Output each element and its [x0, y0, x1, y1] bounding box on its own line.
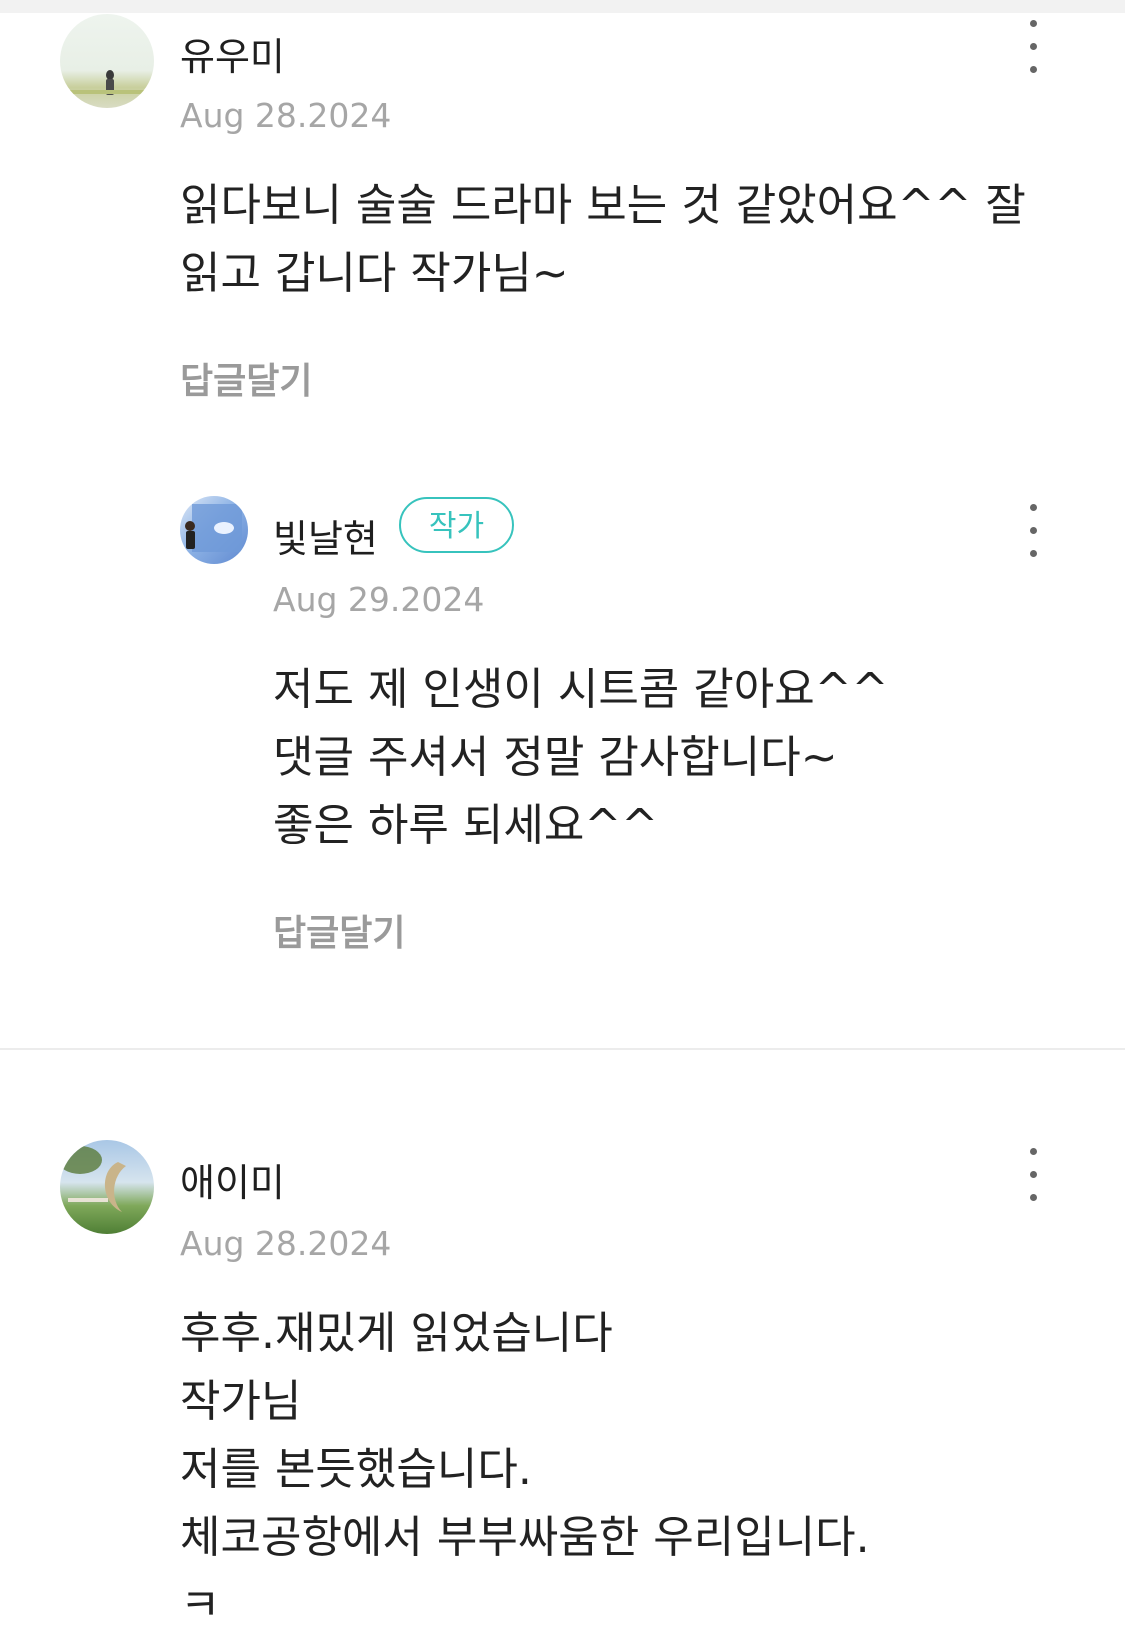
comment-date: Aug 28.2024: [180, 1224, 392, 1263]
more-vertical-icon[interactable]: [1027, 1146, 1039, 1206]
top-edge-bar: [0, 0, 1125, 13]
comment-author[interactable]: 애이미: [180, 1152, 285, 1207]
avatar-photo-figure: [70, 70, 144, 95]
reply-button[interactable]: 답글달기: [273, 904, 405, 956]
avatar[interactable]: [60, 14, 154, 108]
author-badge: 작가: [399, 497, 514, 553]
more-vertical-icon[interactable]: [1027, 502, 1039, 562]
comment-text-line: ㅋ: [180, 1580, 221, 1631]
reply-button[interactable]: 답글달기: [180, 352, 312, 404]
comment-text-line: 작가님: [180, 1376, 302, 1427]
comment-author[interactable]: 유우미: [180, 26, 285, 81]
comment-text-line: 후후.재밌게 읽었습니다: [180, 1308, 613, 1359]
reply-text: 저도 제 인생이 시트콤 같아요^^ 댓글 주셔서 정말 감사합니다~ 좋은 하…: [273, 656, 888, 860]
avatar-photo-figure: [60, 1146, 126, 1212]
comment-text-line: 체코공항에서 부부싸움한 우리입니다.: [180, 1512, 870, 1563]
reply-text-line: 좋은 하루 되세요^^: [273, 800, 659, 851]
reply-text-line: 댓글 주셔서 정말 감사합니다~: [273, 732, 838, 783]
avatar[interactable]: [60, 1140, 154, 1234]
comment-text: 읽다보니 술술 드라마 보는 것 같았어요^^ 잘 읽고 갑니다 작가님~: [180, 172, 1026, 308]
comment-text-line: 읽다보니 술술 드라마 보는 것 같았어요^^ 잘: [180, 180, 1026, 231]
reply-author[interactable]: 빛날현: [273, 508, 378, 563]
reply-date: Aug 29.2024: [273, 580, 485, 619]
comment-text-line: 저를 본듯했습니다.: [180, 1444, 532, 1495]
comment-text: 후후.재밌게 읽었습니다 작가님 저를 본듯했습니다. 체코공항에서 부부싸움한…: [180, 1300, 870, 1640]
comment-text-line: 읽고 갑니다 작가님~: [180, 248, 569, 299]
avatar-photo-figure: [185, 504, 242, 552]
avatar[interactable]: [180, 496, 248, 564]
more-vertical-icon[interactable]: [1027, 18, 1039, 78]
comment-date: Aug 28.2024: [180, 96, 392, 135]
reply-text-line: 저도 제 인생이 시트콤 같아요^^: [273, 664, 889, 715]
comment-divider: [0, 1048, 1125, 1050]
